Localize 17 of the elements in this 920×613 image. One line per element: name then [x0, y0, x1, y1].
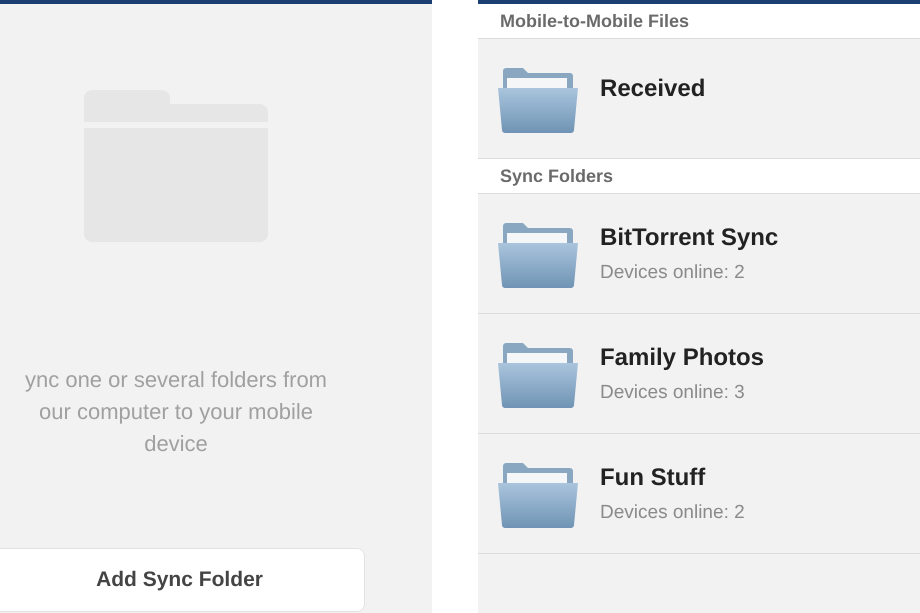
folder-name: Fun Stuff	[600, 464, 706, 492]
folder-name: Received	[600, 75, 706, 103]
empty-message: device	[144, 430, 208, 458]
add-sync-folder-button[interactable]: Add Sync Folder	[0, 548, 365, 612]
empty-message: our computer to your mobile	[39, 398, 313, 426]
section-header: Sync Folders	[478, 159, 920, 194]
devices-online: Devices online: 2	[600, 262, 746, 284]
folder-row[interactable]: Fun Stuff Devices online: 2	[478, 434, 920, 554]
devices-online: Devices online: 3	[600, 382, 746, 404]
folder-row[interactable]: Received	[478, 39, 920, 159]
folder-row[interactable]: Family Photos Devices online: 3	[478, 314, 920, 434]
devices-online: Devices online: 2	[600, 502, 745, 524]
folder-name: BitTorrent Sync	[600, 224, 778, 252]
empty-message: ync one or several folders from	[24, 366, 328, 394]
folder-row[interactable]: BitTorrent Sync Devices online: 2	[478, 194, 920, 314]
section-header: Mobile-to-Mobile Files	[478, 4, 920, 39]
folder-name: Family Photos	[600, 344, 764, 372]
